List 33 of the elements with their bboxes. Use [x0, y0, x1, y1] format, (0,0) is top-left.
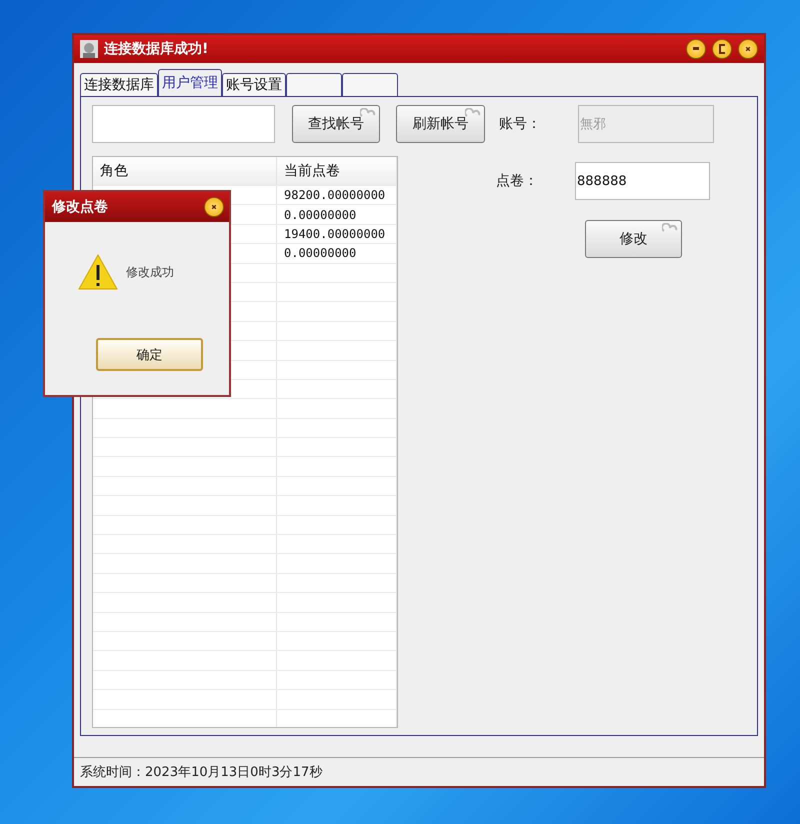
tab[interactable] — [342, 73, 398, 96]
dialog-title: 修改点卷 — [52, 198, 109, 216]
window-title: 连接数据库成功! — [104, 40, 210, 58]
table-cell: 19400.00000000 — [277, 224, 397, 244]
tab[interactable]: 账号设置 — [222, 73, 286, 96]
ok-button[interactable]: 确定 — [96, 338, 203, 371]
table-cell: 0.00000000 — [277, 205, 397, 224]
table-cell: 0.00000000 — [277, 244, 397, 263]
close-icon — [211, 202, 217, 212]
close-icon — [745, 44, 751, 54]
close-button[interactable] — [738, 39, 758, 59]
app-icon — [80, 40, 98, 58]
tab[interactable]: 连接数据库 — [80, 73, 158, 96]
column-header: 当前点卷 — [277, 157, 397, 185]
status-text: 系统时间：2023年10月13日0时3分17秒 — [80, 764, 322, 781]
dialog-message: 修改成功 — [126, 264, 174, 280]
minimize-button[interactable] — [686, 39, 706, 59]
tab[interactable] — [286, 73, 342, 96]
toolbar-button[interactable]: 刷新帐号 — [396, 105, 485, 143]
table-cell: 98200.00000000 — [277, 186, 397, 204]
tab[interactable]: 用户管理 — [158, 69, 222, 96]
search-field[interactable] — [92, 105, 275, 143]
points-label: 点卷： — [496, 172, 539, 190]
warning-icon — [78, 254, 118, 290]
points-field[interactable]: 888888 — [575, 162, 710, 200]
column-header: 角色 — [93, 157, 277, 185]
modify-button[interactable]: 修改 — [585, 220, 682, 258]
account-label: 账号： — [499, 115, 542, 133]
dialog-close-button[interactable] — [204, 197, 224, 217]
minimize-icon — [693, 47, 699, 51]
maximize-button[interactable] — [712, 39, 732, 59]
toolbar-button[interactable]: 查找帐号 — [292, 105, 380, 143]
maximize-icon — [719, 44, 725, 54]
